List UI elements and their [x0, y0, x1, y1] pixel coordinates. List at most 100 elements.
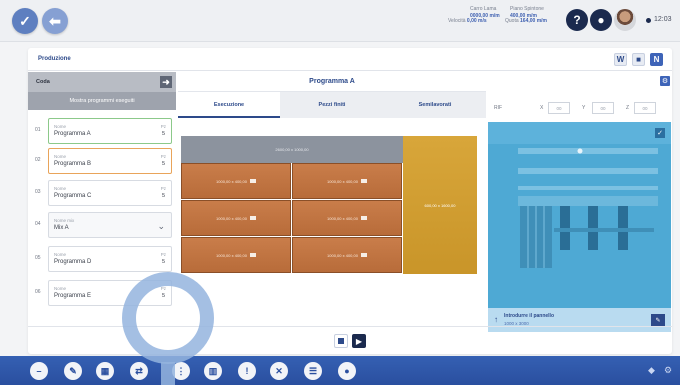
- board-piece[interactable]: 1000,00 x 400,00: [292, 163, 402, 199]
- back-icon[interactable]: ⬅: [42, 8, 68, 34]
- arrow-right-icon[interactable]: ➜: [160, 76, 172, 88]
- top-bar: ✓ ⬅ Carro Lama 0000,00 m/m Piano Spinton…: [0, 0, 680, 42]
- minus-icon[interactable]: –: [30, 362, 48, 380]
- user-icon[interactable]: ●: [338, 362, 356, 380]
- tab-pezzi-finiti[interactable]: Pezzi finiti: [281, 92, 383, 118]
- card-pz-label: Pz: [160, 124, 166, 129]
- alert-icon[interactable]: ●: [590, 9, 612, 31]
- queue-card[interactable]: Nome Programma C Pz 5: [48, 180, 172, 206]
- x-label: X: [540, 105, 544, 111]
- beam: [518, 196, 658, 206]
- arrow-up-icon: ↑: [494, 315, 498, 324]
- card-name: Programma B: [54, 161, 92, 167]
- queue-card[interactable]: Nome Programma D Pz 5: [48, 246, 172, 272]
- card-pz-label: Pz: [160, 186, 166, 191]
- board-piece[interactable]: 1000,00 x 400,00: [292, 237, 402, 273]
- queue-card-mix[interactable]: Nome mix Mix A ⌄: [48, 212, 172, 238]
- board-piece[interactable]: 1000,00 x 400,00: [292, 200, 402, 236]
- program-title: Programma A: [178, 72, 486, 92]
- clock: 12:03: [654, 16, 672, 23]
- board-header-strip[interactable]: 2600,00 x 1000,00: [181, 136, 403, 163]
- queue-item-number: 06: [35, 289, 41, 295]
- card-pz-value: 5: [161, 259, 165, 265]
- swap-icon[interactable]: ⇄: [130, 362, 148, 380]
- cutting-board: 2600,00 x 1000,00 600,00 x 1600,00 1000,…: [181, 136, 477, 274]
- app-screen: ✓ ⬅ Carro Lama 0000,00 m/m Piano Spinton…: [0, 0, 680, 385]
- card-pz-value: 5: [161, 193, 165, 199]
- check-icon[interactable]: ✓: [12, 8, 38, 34]
- magnifier-handle: [161, 362, 175, 385]
- warning-icon[interactable]: !: [238, 362, 256, 380]
- panel-title: Produzione: [38, 56, 71, 62]
- settings-icon[interactable]: ⚙: [660, 76, 670, 86]
- stop-icon: [338, 338, 344, 344]
- tool-button-n[interactable]: N: [650, 53, 663, 66]
- stop-button[interactable]: [334, 334, 348, 348]
- card-pz-label: Pz: [160, 154, 166, 159]
- rif-label: RIF: [494, 105, 503, 111]
- info-value: 0,00 m/s: [466, 18, 487, 24]
- gear-icon[interactable]: ⚙: [664, 365, 672, 376]
- taskbar: – ✎ ▦ ⇄ ⋮ ▥ ! ✕ ☰ ● ◆ ⚙: [0, 356, 680, 385]
- magnifier-ring: [122, 272, 214, 364]
- x-field[interactable]: 00: [548, 102, 570, 114]
- rail-top: [518, 148, 658, 154]
- piece-label: 1000,00 x 400,00: [327, 178, 358, 184]
- queue-item[interactable]: 04 Nome mix Mix A ⌄: [28, 210, 176, 240]
- queue-item[interactable]: 03 Nome Programma C Pz 5: [28, 178, 176, 208]
- queue-item[interactable]: 05 Nome Programma D Pz 5: [28, 244, 176, 274]
- queue-card[interactable]: Nome Programma A Pz 5: [48, 118, 172, 144]
- tools-icon[interactable]: ✕: [270, 362, 288, 380]
- help-icon[interactable]: ?: [566, 9, 588, 31]
- piece-marker-icon: [249, 253, 256, 257]
- show-executed-button[interactable]: Mostra programmi eseguiti: [28, 92, 176, 110]
- tab-esecuzione[interactable]: Esecuzione: [178, 92, 280, 118]
- piece-marker-icon: [249, 216, 256, 220]
- carriage-marker: [577, 148, 583, 154]
- board-right-strip[interactable]: 600,00 x 1600,00: [403, 136, 477, 274]
- card-caption: Nome: [54, 154, 67, 159]
- chevron-down-icon[interactable]: ⌄: [157, 221, 165, 232]
- info-label: Velocità: [448, 18, 466, 24]
- card-caption: Nome: [54, 124, 67, 129]
- status-dot-icon: [646, 18, 651, 23]
- card-name: Programma C: [54, 193, 92, 199]
- support-bar: [554, 228, 654, 232]
- piece-label: 1000,00 x 400,00: [327, 215, 358, 221]
- card-pz-value: 5: [161, 161, 165, 167]
- piece-label: 1000,00 x 400,00: [216, 178, 247, 184]
- right-strip-label: 600,00 x 1600,00: [424, 202, 456, 208]
- tab-semilavorati[interactable]: Semilavorati: [384, 92, 486, 118]
- grid-icon[interactable]: ▦: [96, 362, 114, 380]
- piece-label: 1000,00 x 400,00: [327, 252, 358, 258]
- board-piece[interactable]: 1000,00 x 400,00: [181, 237, 291, 273]
- play-button[interactable]: ▶: [352, 334, 366, 348]
- piece-label: 1000,00 x 400,00: [216, 252, 247, 258]
- tool-button-w[interactable]: W: [614, 53, 627, 66]
- queue-item[interactable]: 01 Nome Programma A Pz 5: [28, 116, 176, 146]
- board-piece[interactable]: 1000,00 x 400,00: [181, 200, 291, 236]
- queue-item[interactable]: 02 Nome Programma B Pz 5: [28, 146, 176, 176]
- rail-lower: [518, 186, 658, 190]
- queue-card[interactable]: Nome Programma B Pz 5: [48, 148, 172, 174]
- card-pz-label: Pz: [160, 252, 166, 257]
- board-piece[interactable]: 1000,00 x 400,00: [181, 163, 291, 199]
- piece-label: 1000,00 x 400,00: [216, 215, 247, 221]
- card-caption: Nome mix: [54, 218, 75, 223]
- panel-edit-icon[interactable]: ✎: [651, 314, 665, 326]
- card-caption: Nome: [54, 186, 67, 191]
- card-name: Mix A: [54, 225, 69, 231]
- avatar[interactable]: [614, 9, 636, 31]
- chart-icon[interactable]: ▥: [204, 362, 222, 380]
- machine-diagram: [518, 148, 658, 268]
- tool-button-stop[interactable]: ■: [632, 53, 645, 66]
- y-label: Y: [582, 105, 586, 111]
- y-field[interactable]: 00: [592, 102, 614, 114]
- intro-panel-banner[interactable]: ↑ Introdurre il pannello 1000 x 3000 ✎: [488, 308, 671, 332]
- layers-icon[interactable]: ☰: [304, 362, 322, 380]
- z-field[interactable]: 00: [634, 102, 656, 114]
- shield-icon[interactable]: ◆: [648, 365, 655, 376]
- card-name: Programma E: [54, 293, 92, 299]
- intro-title: Introdurre il pannello: [504, 313, 555, 319]
- pencil-icon[interactable]: ✎: [64, 362, 82, 380]
